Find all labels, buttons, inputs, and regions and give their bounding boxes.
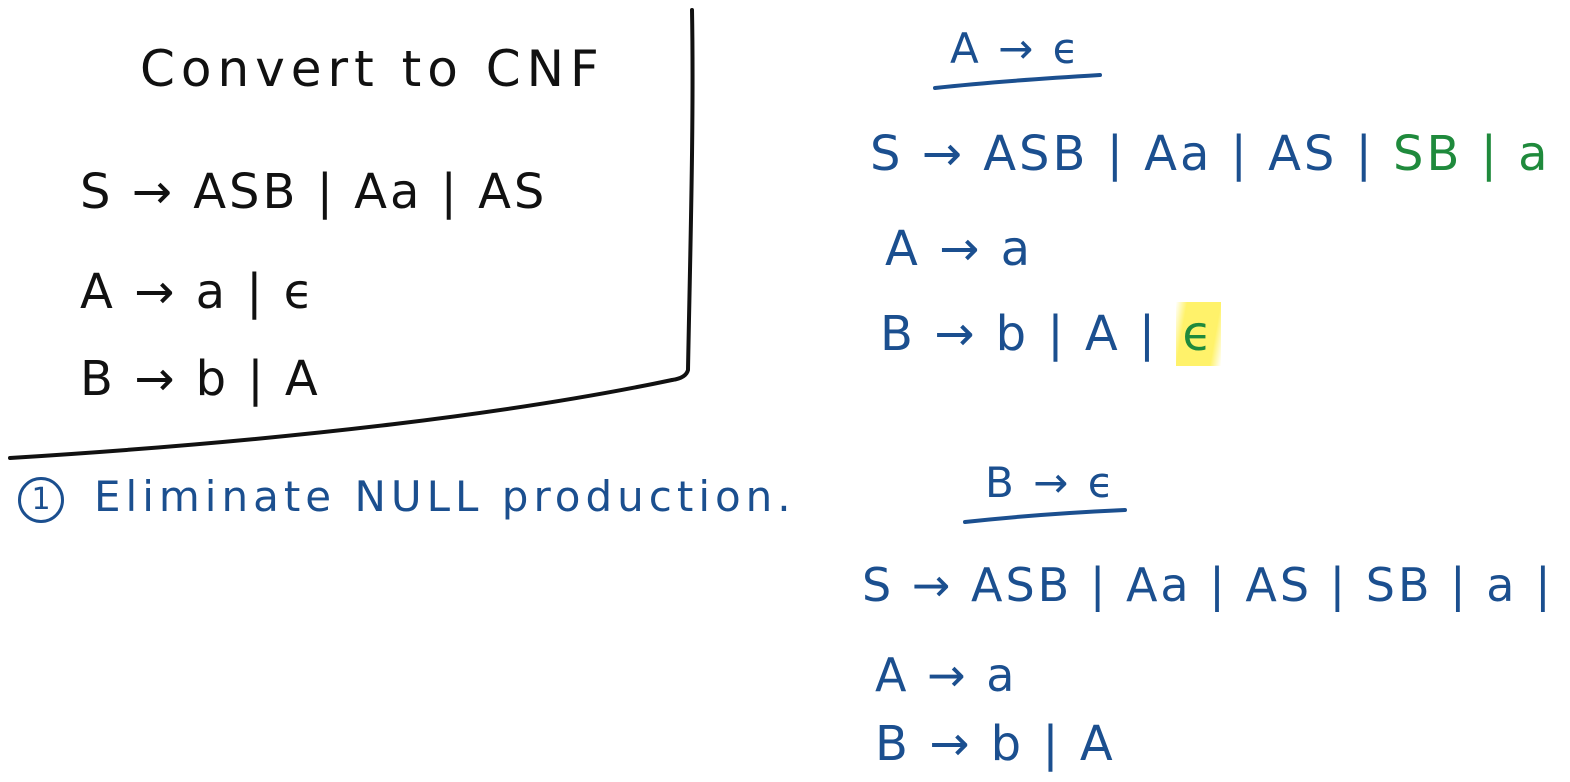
section-b-rule-s: S → ASB | Aa | AS | SB | a | S xyxy=(862,558,1570,612)
box-rule-b: B → b | A xyxy=(80,351,321,407)
step-number: 1 xyxy=(18,476,64,523)
section-b-heading: B → ϵ xyxy=(985,458,1117,507)
section-a-rule-b-main: B → b | A | xyxy=(880,306,1159,362)
heading-a-underline xyxy=(933,73,1102,90)
step-eliminate-null: 1 Eliminate NULL production. xyxy=(18,476,796,523)
heading-b-underline xyxy=(963,508,1127,524)
section-b-rule-a: A → a xyxy=(875,648,1018,702)
section-a-rule-s: S → ASB | Aa | AS | SB | a | S xyxy=(870,130,1570,178)
box-rule-a: A → a | ϵ xyxy=(80,264,317,320)
epsilon-highlight: ϵ xyxy=(1176,302,1221,366)
box-title: Convert to CNF xyxy=(140,40,605,98)
box-rule-s: S → ASB | Aa | AS xyxy=(80,164,548,220)
step-text: Eliminate NULL production. xyxy=(94,472,796,521)
section-a-rule-s-main: S → ASB | Aa | AS | xyxy=(870,126,1375,182)
section-a-heading: A → ϵ xyxy=(950,24,1082,73)
section-a-rule-b: B → b | A | ϵ xyxy=(880,302,1221,366)
section-a-rule-s-added: SB | a | S xyxy=(1393,126,1570,182)
section-b-rule-b: B → b | A xyxy=(875,716,1116,772)
section-a-rule-a: A → a xyxy=(885,221,1033,277)
box-right-border xyxy=(670,8,695,382)
